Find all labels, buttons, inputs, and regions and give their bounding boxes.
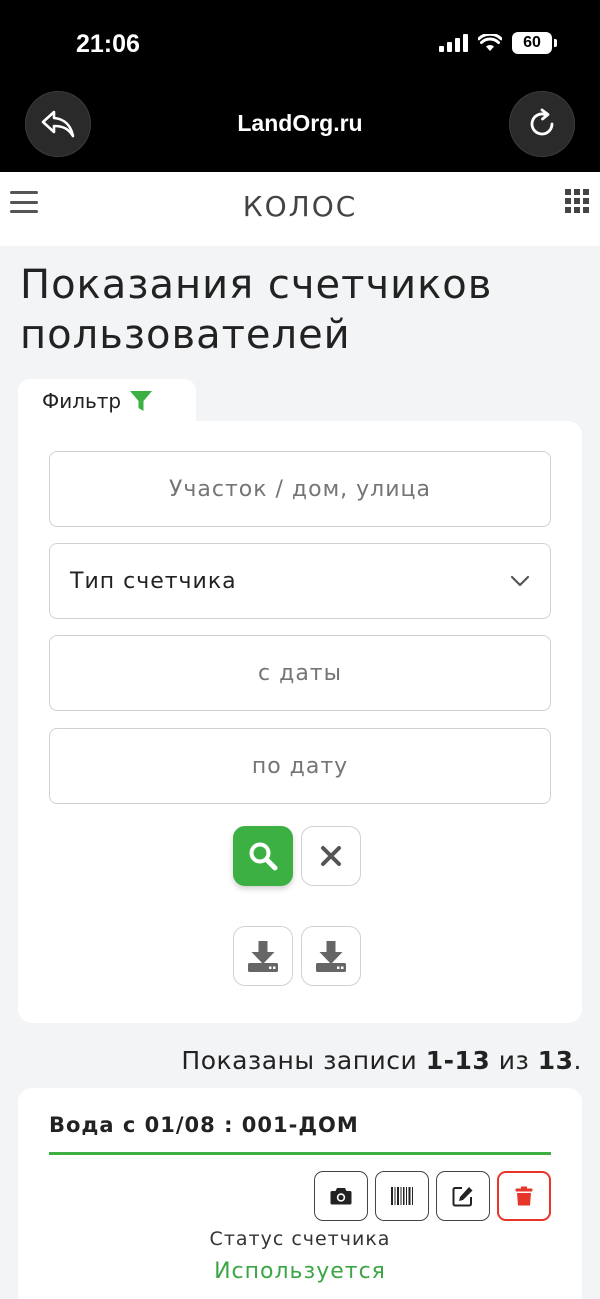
photo-button[interactable] [314,1171,368,1221]
download-button-1[interactable] [233,926,293,986]
close-icon [321,846,341,866]
status-time: 21:06 [76,30,140,58]
barcode-icon [391,1187,413,1205]
app-title: КОЛОС [242,190,358,223]
chevron-down-icon [510,575,530,587]
date-from-input[interactable] [49,635,551,711]
battery-icon: 60 [512,32,557,54]
records-suffix: . [573,1046,582,1075]
barcode-button[interactable] [375,1171,429,1221]
reload-button[interactable] [509,91,575,157]
trash-icon [515,1186,533,1206]
records-total: 13 [537,1046,574,1075]
edit-button[interactable] [436,1171,490,1221]
page-title: Показания счетчиков пользователей [20,262,493,358]
date-to-input[interactable] [49,728,551,804]
filter-panel: Тип счетчика [18,421,582,1023]
download-icon [316,941,346,972]
meter-card: Вода с 01/08 : 001-ДОМ Статус счетчика И… [18,1088,582,1299]
records-count: Показаны записи 1-13 из 13. [181,1046,582,1075]
records-prefix: Показаны записи [181,1046,418,1075]
search-button[interactable] [233,826,293,886]
edit-icon [452,1187,473,1207]
filter-tab-label: Фильтр [42,389,122,413]
apps-grid-icon[interactable] [565,189,589,213]
status-icons: 60 [439,32,557,54]
meter-status-value: Используется [214,1259,386,1284]
download-icon [248,941,278,972]
delete-button[interactable] [497,1171,551,1221]
wifi-icon [478,34,502,51]
records-range: 1-13 [425,1046,491,1075]
plot-search-input[interactable] [49,451,551,527]
meter-card-title: Вода с 01/08 : 001-ДОМ [49,1113,359,1137]
clear-filter-button[interactable] [301,826,361,886]
reload-icon [530,108,554,136]
search-icon [249,842,278,871]
meter-type-value: Тип счетчика [70,568,237,594]
app-header: КОЛОС [0,172,600,246]
cellular-signal-icon [439,34,468,52]
filter-tab[interactable]: Фильтр [18,379,196,423]
filter-funnel-icon [130,391,153,411]
meter-status-label: Статус счетчика [209,1228,391,1250]
meter-type-select[interactable]: Тип счетчика [49,543,551,619]
browser-chrome: 21:06 60 LandOrg.ru [0,0,600,172]
download-button-2[interactable] [301,926,361,986]
card-divider [49,1152,551,1155]
records-of: из [498,1046,530,1075]
camera-icon [330,1188,352,1205]
